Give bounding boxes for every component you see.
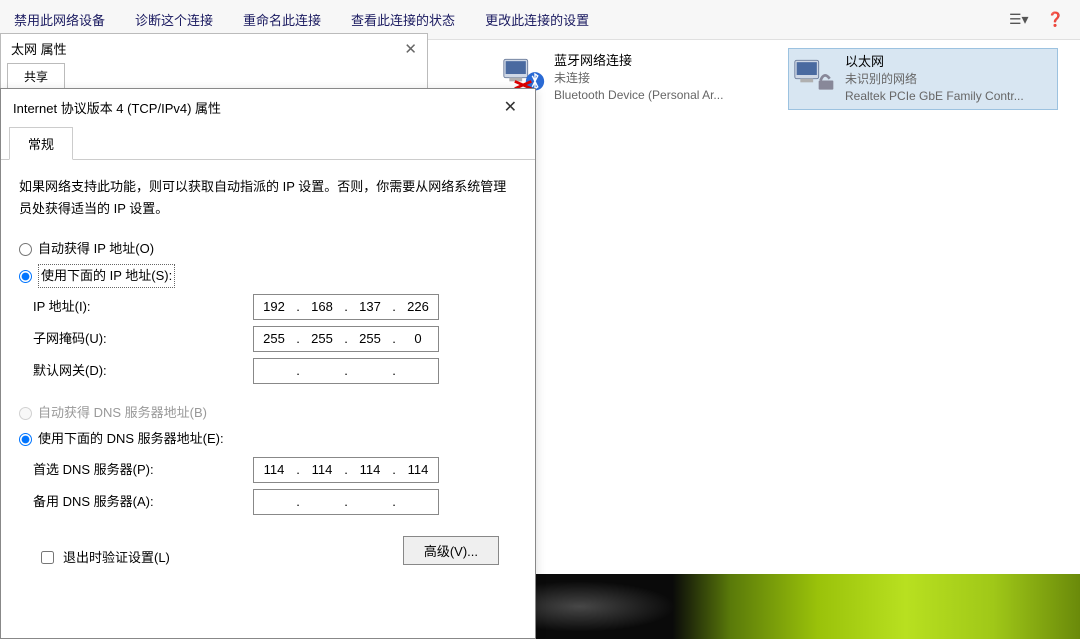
label-dns1: 首选 DNS 服务器(P): (33, 459, 253, 481)
close-icon[interactable]: ✕ (404, 40, 417, 58)
eth-window-title: 太网 属性 (11, 39, 67, 58)
advanced-button[interactable]: 高级(V)... (403, 536, 499, 565)
radio-manual-dns-input[interactable] (19, 433, 32, 446)
help-icon[interactable]: ❓ (1047, 11, 1064, 28)
toolbar-change-settings[interactable]: 更改此连接的设置 (485, 10, 589, 29)
radio-manual-dns[interactable]: 使用下面的 DNS 服务器地址(E): (19, 428, 517, 450)
toolbar-rename[interactable]: 重命名此连接 (243, 10, 321, 29)
radio-manual-ip-label: 使用下面的 IP 地址(S): (38, 264, 175, 288)
ethernet-properties-window: 太网 属性 ✕ 共享 (0, 33, 428, 93)
eth-tab-share[interactable]: 共享 (7, 63, 65, 89)
radio-auto-ip-input[interactable] (19, 243, 32, 256)
radio-manual-dns-label: 使用下面的 DNS 服务器地址(E): (38, 428, 224, 450)
radio-manual-ip[interactable]: 使用下面的 IP 地址(S): (19, 264, 517, 288)
input-gateway[interactable]: . . . (253, 358, 439, 384)
adapter-ethernet[interactable]: 以太网 未识别的网络 Realtek PCIe GbE Family Contr… (788, 48, 1058, 110)
adapter-device: Realtek PCIe GbE Family Contr... (845, 88, 1024, 105)
label-mask: 子网掩码(U): (33, 328, 253, 350)
label-ip: IP 地址(I): (33, 296, 253, 318)
input-dns1[interactable]: 114. 114. 114. 114 (253, 457, 439, 483)
toolbar-diagnose[interactable]: 诊断这个连接 (135, 10, 213, 29)
ipv4-properties-dialog: Internet 协议版本 4 (TCP/IPv4) 属性 ✕ 常规 如果网络支… (0, 88, 536, 639)
dialog-title: Internet 协议版本 4 (TCP/IPv4) 属性 (13, 98, 221, 117)
label-gateway: 默认网关(D): (33, 360, 253, 382)
adapter-name: 以太网 (845, 53, 1024, 71)
label-dns2: 备用 DNS 服务器(A): (33, 491, 253, 513)
radio-auto-dns: 自动获得 DNS 服务器地址(B) (19, 402, 517, 424)
check-validate-input[interactable] (41, 551, 54, 564)
desktop-strip (498, 574, 1080, 639)
tab-general[interactable]: 常规 (9, 127, 73, 160)
toolbar-status[interactable]: 查看此连接的状态 (351, 10, 455, 29)
close-icon[interactable]: ✕ (498, 97, 523, 117)
adapter-bluetooth[interactable]: 蓝牙网络连接 未连接 Bluetooth Device (Personal Ar… (498, 48, 768, 110)
input-mask[interactable]: 255. 255. 255. 0 (253, 326, 439, 352)
adapter-status: 未识别的网络 (845, 71, 1024, 88)
radio-auto-ip-label: 自动获得 IP 地址(O) (38, 238, 154, 260)
dialog-description: 如果网络支持此功能，则可以获取自动指派的 IP 设置。否则，你需要从网络系统管理… (19, 176, 517, 220)
input-ip[interactable]: 192. 168. 137. 226 (253, 294, 439, 320)
input-dns2[interactable]: . . . (253, 489, 439, 515)
adapters-list: 蓝牙网络连接 未连接 Bluetooth Device (Personal Ar… (498, 48, 1070, 110)
radio-auto-dns-input (19, 407, 32, 420)
adapter-name: 蓝牙网络连接 (554, 52, 723, 70)
radio-manual-ip-input[interactable] (19, 270, 32, 283)
toolbar-disable[interactable]: 禁用此网络设备 (14, 10, 105, 29)
adapter-status: 未连接 (554, 70, 723, 87)
adapter-device: Bluetooth Device (Personal Ar... (554, 87, 723, 104)
radio-auto-ip[interactable]: 自动获得 IP 地址(O) (19, 238, 517, 260)
check-validate[interactable]: 退出时验证设置(L) (37, 547, 170, 569)
check-validate-label: 退出时验证设置(L) (63, 547, 170, 569)
view-options-icon[interactable]: ☰▾ (1009, 11, 1029, 28)
radio-auto-dns-label: 自动获得 DNS 服务器地址(B) (38, 402, 207, 424)
adapter-icon (793, 53, 837, 97)
